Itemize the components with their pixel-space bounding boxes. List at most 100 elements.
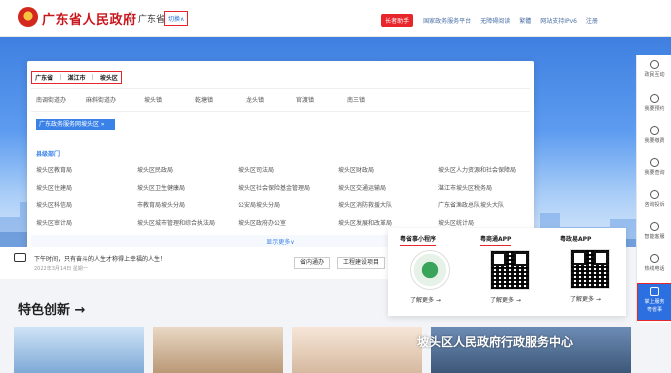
department-item[interactable]: 坡头区民政局 bbox=[137, 165, 173, 174]
department-item[interactable]: 坡头区司法局 bbox=[238, 165, 274, 174]
department-item[interactable]: 市教育局坡头分局 bbox=[137, 200, 185, 209]
national-emblem-icon bbox=[18, 7, 38, 27]
payment-icon bbox=[650, 126, 659, 135]
qr-code-icon bbox=[490, 250, 530, 290]
app-card[interactable]: 粤商通APP 了解更多 → bbox=[480, 234, 546, 304]
sidebar-item-appointment[interactable]: 我要预约 bbox=[637, 91, 671, 121]
sidebar-item-payment[interactable]: 我要缴费 bbox=[637, 123, 671, 153]
nav-link-register[interactable]: 注册 bbox=[586, 16, 598, 25]
department-item[interactable]: 坡头区科信局 bbox=[36, 200, 72, 209]
region-city[interactable]: 湛江市 bbox=[67, 73, 85, 82]
province-service-button[interactable]: 省内通办 bbox=[294, 257, 331, 269]
sidebar-item-query[interactable]: 我要查询 bbox=[637, 155, 671, 185]
department-item[interactable]: 坡头区消防救援大队 bbox=[338, 200, 392, 209]
department-item[interactable]: 湛江市坡头区税务局 bbox=[438, 183, 492, 192]
divider bbox=[31, 88, 530, 89]
watermark-text: 坡头区人民政府行政服务中心 bbox=[417, 335, 574, 349]
region-breadcrumb: 广东省 | 湛江市 | 坡头区 bbox=[31, 71, 122, 84]
region-separator: | bbox=[91, 74, 94, 81]
top-nav: 长者助手 国家政务服务平台 无障碍阅读 繁體 网站支持IPv6 注册 bbox=[381, 14, 607, 27]
learn-more-link[interactable]: 了解更多 → bbox=[410, 295, 466, 304]
elder-assistant-button[interactable]: 长者助手 bbox=[381, 14, 414, 27]
feature-card-image[interactable] bbox=[153, 327, 283, 373]
phone-icon bbox=[650, 254, 659, 263]
learn-more-link[interactable]: 了解更多 → bbox=[570, 294, 626, 303]
town-item[interactable]: 官渡镇 bbox=[296, 95, 314, 104]
learn-more-link[interactable]: 了解更多 → bbox=[490, 295, 546, 304]
department-item[interactable]: 坡头区社会保险基金管理局 bbox=[238, 183, 310, 192]
app-card[interactable]: 粤政易APP 了解更多 → bbox=[560, 234, 626, 303]
region-district[interactable]: 坡头区 bbox=[100, 73, 118, 82]
sidebar-item-label: 智能客服 bbox=[644, 234, 665, 240]
department-item[interactable]: 坡头区城市管理和综合执法局 bbox=[137, 218, 215, 227]
region-dropdown-panel: 广东省 | 湛江市 | 坡头区 南调街道办 麻斜街道办 坡头镇 乾塘镇 龙头镇 … bbox=[27, 61, 534, 247]
site-title[interactable]: 广东省人民政府 bbox=[42, 9, 137, 28]
section-title-county-departments: 县级部门 bbox=[36, 151, 61, 158]
sidebar-item-label: 掌上服务 bbox=[644, 299, 665, 305]
department-item[interactable]: 坡头区政府办公室 bbox=[238, 218, 286, 227]
department-item[interactable]: 坡头区审计局 bbox=[36, 218, 72, 227]
sidebar-item-hotline[interactable]: 热线电话 bbox=[637, 251, 671, 281]
nav-link-traditional[interactable]: 繁體 bbox=[519, 16, 531, 25]
headset-icon bbox=[650, 222, 659, 231]
service-hall-link[interactable]: 广东政务服务网坡头区 » bbox=[36, 119, 115, 130]
town-item[interactable]: 坡头镇 bbox=[144, 95, 162, 104]
department-item[interactable]: 坡头区统计局 bbox=[438, 218, 474, 227]
town-item[interactable]: 南三镇 bbox=[347, 95, 365, 104]
sidebar-item-label: 我要缴费 bbox=[644, 138, 665, 144]
clock-icon bbox=[650, 94, 659, 103]
greeting-bar: 下午时间，只有奋斗的人生才称得上幸福的人生！ 2022年3月14日 星期一 省内… bbox=[0, 247, 388, 279]
department-item[interactable]: 坡头区财政局 bbox=[338, 165, 374, 174]
feature-card-image[interactable] bbox=[292, 327, 422, 373]
nav-link-ipv6: 网站支持IPv6 bbox=[540, 18, 577, 25]
qr-code-icon bbox=[570, 249, 610, 289]
construction-project-button[interactable]: 工程建设项目 bbox=[337, 257, 386, 269]
department-item[interactable]: 公安局坡头分局 bbox=[238, 200, 280, 209]
department-item[interactable]: 坡头区教育局 bbox=[36, 165, 72, 174]
sidebar-item-interaction[interactable]: 政民互动 bbox=[637, 57, 671, 87]
feature-card-image[interactable] bbox=[14, 327, 144, 373]
qr-code-icon bbox=[410, 250, 450, 290]
region-switch-button[interactable]: 切换∧ bbox=[164, 11, 189, 26]
header-divider bbox=[131, 11, 132, 24]
region-province[interactable]: 广东省 bbox=[35, 73, 53, 82]
sidebar-item-smart-service[interactable]: 智能客服 bbox=[637, 219, 671, 249]
mobile-apps-panel: 粤省事小程序 了解更多 → 粤商通APP 了解更多 → 粤政易APP 了解更多 … bbox=[388, 228, 626, 316]
nav-link-accessibility[interactable]: 无障碍阅读 bbox=[480, 16, 510, 25]
search-icon bbox=[650, 158, 659, 167]
sidebar-item-label: 热线电话 bbox=[644, 266, 665, 272]
sidebar-item-label: 政民互动 bbox=[644, 72, 665, 78]
greeting-text: 下午时间，只有奋斗的人生才称得上幸福的人生！ bbox=[34, 256, 167, 263]
sidebar-item-label: 我要预约 bbox=[644, 106, 665, 112]
department-item[interactable]: 坡头区发展和改革局 bbox=[338, 218, 392, 227]
greeting-date: 2022年3月14日 星期一 bbox=[34, 266, 88, 272]
sidebar-item-complaint[interactable]: 咨询投诉 bbox=[637, 187, 671, 217]
department-item[interactable]: 坡头区交通运输局 bbox=[338, 183, 386, 192]
sidebar-item-mobile-service[interactable]: 掌上服务 粤省事 bbox=[637, 283, 671, 321]
department-item[interactable]: 广东省渔政总队坡头大队 bbox=[438, 200, 504, 209]
department-item[interactable]: 坡头区卫生健康局 bbox=[137, 183, 185, 192]
app-name: 粤省事小程序 bbox=[400, 234, 437, 246]
feature-section-title[interactable]: 特色创新 → bbox=[18, 299, 85, 318]
divider bbox=[31, 111, 530, 112]
town-item[interactable]: 麻斜街道办 bbox=[86, 95, 116, 104]
app-card[interactable]: 粤省事小程序 了解更多 → bbox=[400, 234, 466, 304]
department-item[interactable]: 坡头区人力资源和社会保障局 bbox=[438, 165, 516, 174]
site-header: 广东省人民政府 广东省 切换∧ 长者助手 国家政务服务平台 无障碍阅读 繁體 网… bbox=[0, 0, 671, 37]
hero-banner: 广东省 | 湛江市 | 坡头区 南调街道办 麻斜街道办 坡头镇 乾塘镇 龙头镇 … bbox=[0, 37, 671, 247]
app-name: 粤商通APP bbox=[480, 234, 512, 246]
message-icon bbox=[650, 190, 659, 199]
monitor-icon bbox=[14, 253, 26, 262]
town-item[interactable]: 乾塘镇 bbox=[195, 95, 213, 104]
region-separator: | bbox=[59, 74, 62, 81]
town-item[interactable]: 南调街道办 bbox=[36, 95, 66, 104]
department-item[interactable]: 坡头区住建局 bbox=[36, 183, 72, 192]
town-item[interactable]: 龙头镇 bbox=[246, 95, 264, 104]
nav-link-national-platform[interactable]: 国家政务服务平台 bbox=[423, 16, 471, 25]
sidebar-item-label: 咨询投诉 bbox=[644, 202, 665, 208]
sidebar-item-label: 我要查询 bbox=[644, 170, 665, 176]
mobile-icon bbox=[650, 287, 659, 296]
sidebar-item-sublabel: 粤省事 bbox=[646, 307, 662, 313]
current-province: 广东省 bbox=[138, 15, 166, 25]
right-sidebar: 政民互动 我要预约 我要缴费 我要查询 咨询投诉 智能客服 热线电话 掌上服务 … bbox=[636, 55, 671, 323]
